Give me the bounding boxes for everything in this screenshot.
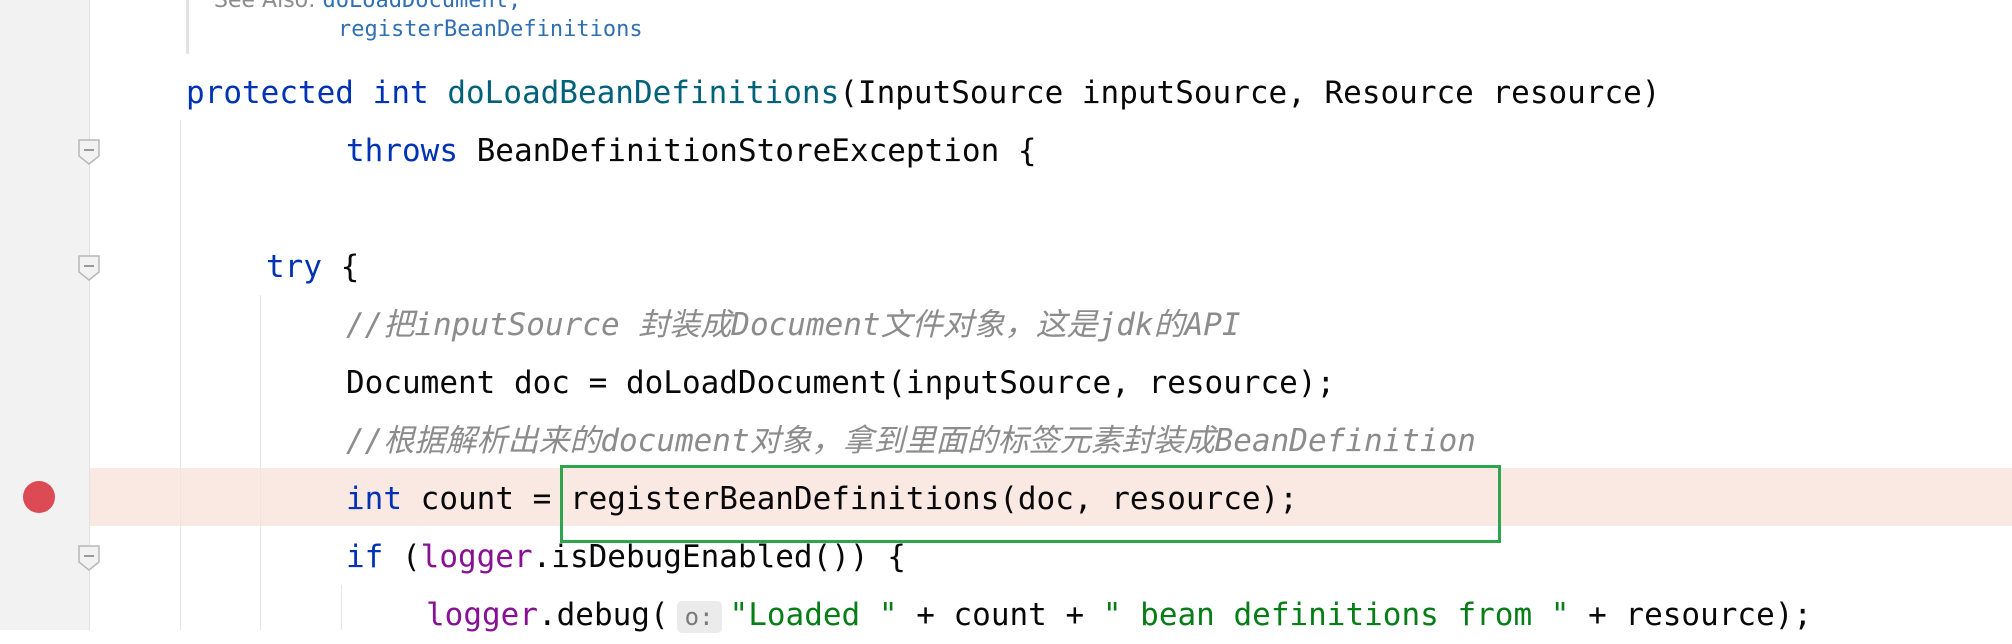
indent-guide <box>260 295 261 630</box>
fold-marker-icon[interactable] <box>78 545 100 571</box>
concat-resource: + resource); <box>1569 597 1813 633</box>
string-literal: "Loaded " <box>729 597 898 633</box>
code-line-try[interactable]: try { <box>266 238 359 296</box>
code-line-throws[interactable]: throws BeanDefinitionStoreException { <box>346 122 1037 180</box>
indent-guide <box>180 120 181 630</box>
method-name: doLoadBeanDefinitions <box>447 75 840 111</box>
debug-call: .debug( <box>537 597 669 633</box>
code-line-document[interactable]: Document doc = doLoadDocument(inputSourc… <box>346 354 1335 412</box>
see-also-link-register[interactable]: registerBeanDefinitions <box>338 17 643 42</box>
exception-type: BeanDefinitionStoreException { <box>457 133 1037 169</box>
field-logger: logger <box>420 539 533 575</box>
brace: { <box>322 249 360 285</box>
highlight-box <box>560 465 1501 543</box>
see-also-link[interactable]: doLoadDocument, <box>323 0 522 13</box>
keyword-if: if <box>346 539 384 575</box>
keyword-int: int <box>372 75 429 111</box>
parameter-hint: o: <box>676 600 722 633</box>
code-comment-1[interactable]: //把inputSource 封装成Document文件对象，这是jdk的API <box>346 296 1241 354</box>
concat-count: + count + <box>897 597 1103 633</box>
javadoc-bar <box>186 0 189 54</box>
code-line-method-signature[interactable]: protected int doLoadBeanDefinitions(Inpu… <box>186 64 1660 122</box>
gutter-divider <box>89 0 90 630</box>
editor-gutter[interactable] <box>0 0 90 630</box>
string-literal: " bean definitions from " <box>1102 597 1570 633</box>
method-params: (InputSource inputSource, Resource resou… <box>839 75 1661 111</box>
indent-guide <box>341 585 342 630</box>
is-debug-call: .isDebugEnabled()) { <box>532 539 906 575</box>
keyword-throws: throws <box>346 133 458 169</box>
code-comment-2[interactable]: //根据解析出来的document对象，拿到里面的标签元素封装成BeanDefi… <box>346 412 1476 470</box>
keyword-try: try <box>266 249 322 285</box>
keyword-protected: protected <box>186 75 354 111</box>
fold-marker-icon[interactable] <box>78 139 100 165</box>
field-logger: logger <box>426 597 538 633</box>
code-line-debug[interactable]: logger.debug(o: "Loaded " + count + " bea… <box>426 586 1812 644</box>
fold-marker-icon[interactable] <box>78 255 100 281</box>
keyword-int: int <box>346 481 402 517</box>
see-also-label: See Also: <box>214 0 316 13</box>
javadoc-see-also: See Also: doLoadDocument, <box>214 0 521 13</box>
breakpoint-icon[interactable] <box>23 481 55 513</box>
paren: ( <box>383 539 421 575</box>
